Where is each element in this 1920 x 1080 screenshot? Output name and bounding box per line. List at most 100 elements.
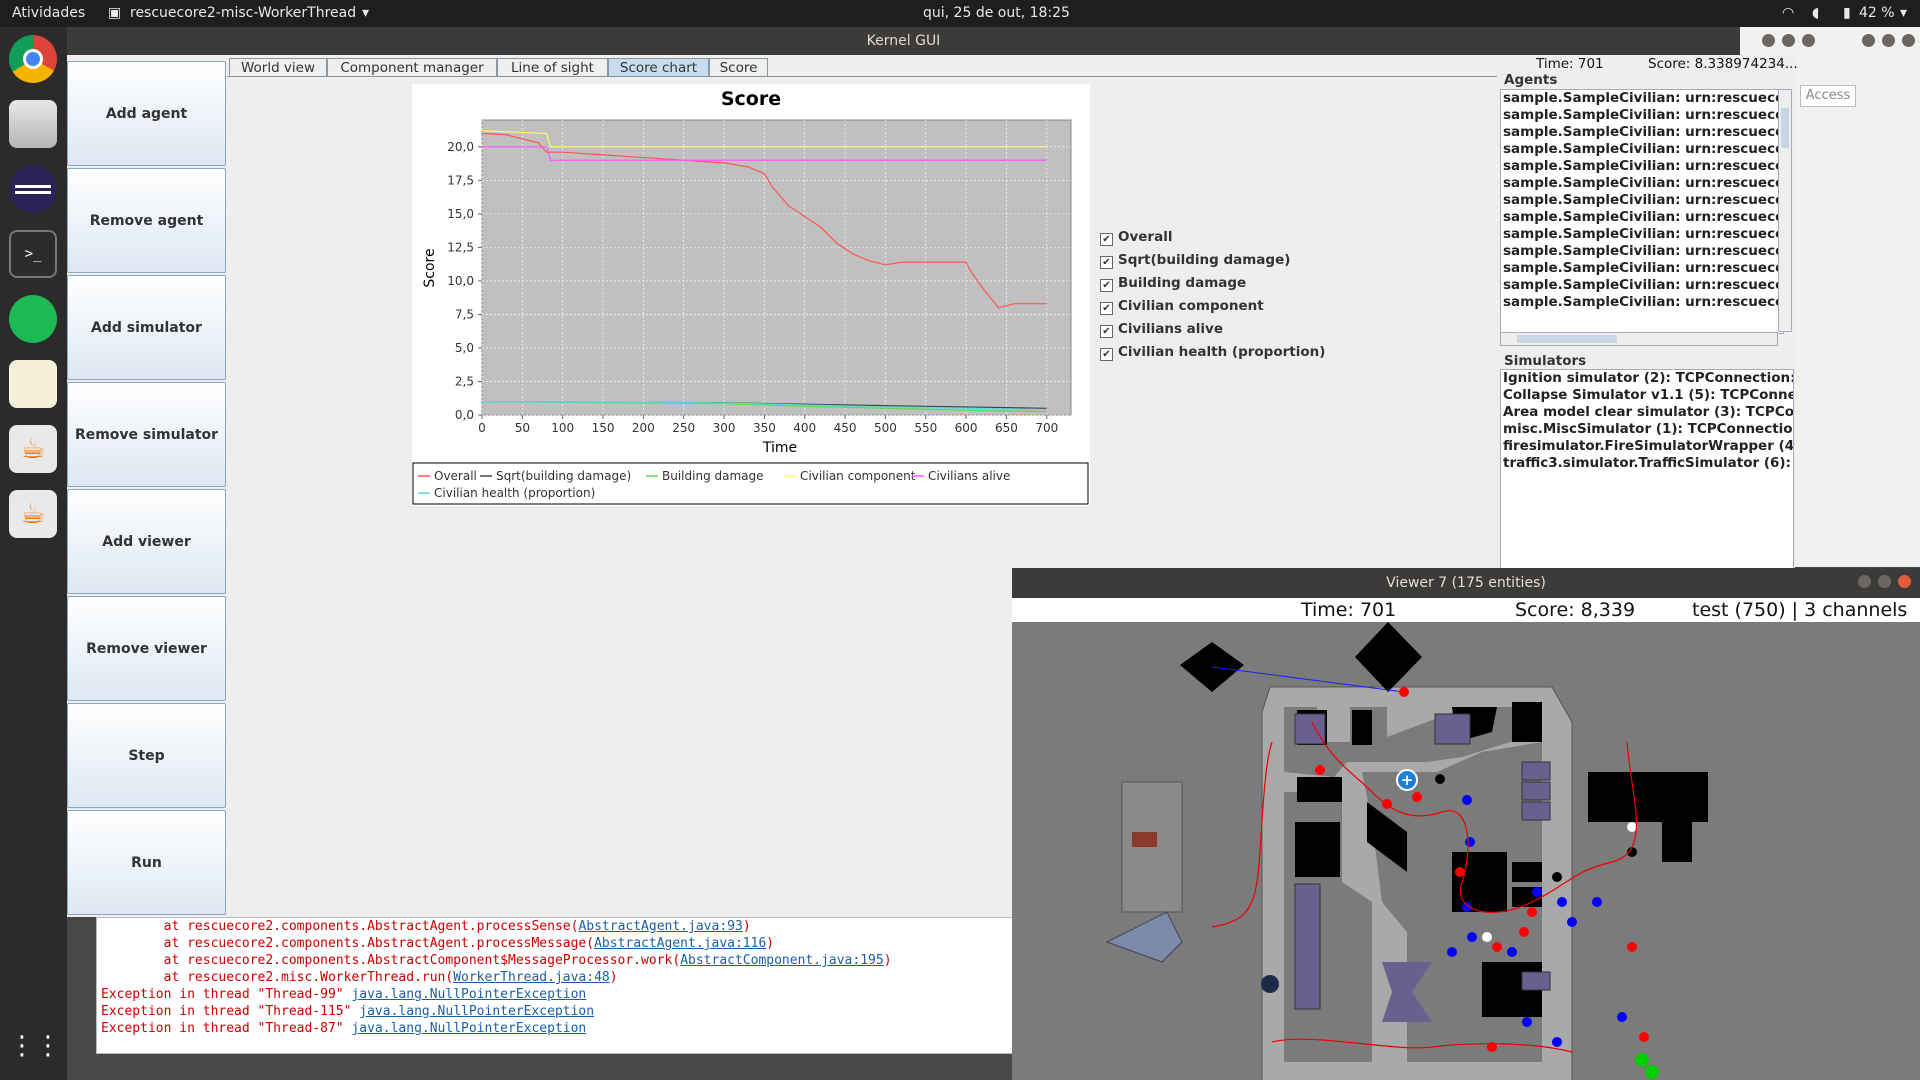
- viewer-window-title: Viewer 7 (175 entities): [1012, 568, 1920, 598]
- tab-world-view[interactable]: World view: [229, 58, 327, 77]
- y-tick-label: 15,0: [447, 207, 474, 221]
- maximize-icon[interactable]: [1878, 575, 1891, 588]
- console-line: at rescuecore2.misc.WorkerThread.run(Wor…: [101, 970, 618, 985]
- agent-list-item[interactable]: sample.SampleCivilian: urn:rescuecore: [1501, 175, 1783, 192]
- battery-icon[interactable]: ▮: [1843, 5, 1851, 21]
- text-editor-icon[interactable]: [9, 360, 57, 408]
- console-line: at rescuecore2.components.AbstractAgent.…: [101, 919, 751, 934]
- agents-horizontal-scrollbar[interactable]: [1500, 332, 1778, 346]
- chrome-icon[interactable]: [9, 35, 57, 83]
- add-agent-button[interactable]: Add agent: [67, 61, 226, 166]
- chevron-down-icon[interactable]: ▾: [362, 5, 369, 21]
- plot-area: [481, 119, 1072, 416]
- viewer-map[interactable]: +: [1012, 622, 1920, 1080]
- agent-list-item[interactable]: sample.SampleCivilian: urn:rescuecore: [1501, 294, 1783, 311]
- files-icon[interactable]: [9, 100, 57, 148]
- checkbox-sqrt-building-damage[interactable]: ✔ Sqrt(building damage): [1100, 252, 1290, 270]
- legend-label: Civilian health (proportion): [434, 486, 595, 500]
- agent-list-item[interactable]: sample.SampleCivilian: urn:rescuecore: [1501, 209, 1783, 226]
- minimize-icon[interactable]: [1762, 34, 1775, 47]
- maximize-icon[interactable]: [1882, 34, 1895, 47]
- show-apps-icon[interactable]: ⋮⋮: [9, 1022, 61, 1070]
- checkbox-overall[interactable]: ✔ Overall: [1100, 229, 1172, 247]
- java-icon[interactable]: ☕: [9, 425, 57, 473]
- y-tick-label: 10,0: [447, 274, 474, 288]
- agents-header: Agents: [1504, 72, 1558, 88]
- console-link[interactable]: java.lang.NullPointerException: [351, 987, 586, 1002]
- agents-list[interactable]: sample.SampleCivilian: urn:rescuecore sam…: [1500, 89, 1784, 334]
- tab-line-of-sight[interactable]: Line of sight: [497, 58, 608, 77]
- close-icon[interactable]: [1902, 34, 1915, 47]
- simulators-list[interactable]: Ignition simulator (2): TCPConnection: l…: [1500, 369, 1794, 572]
- tab-score-chart[interactable]: Score chart: [608, 58, 709, 77]
- y-tick-label: 20,0: [447, 140, 474, 154]
- x-tick-label: 500: [874, 421, 897, 435]
- remove-viewer-button[interactable]: Remove viewer: [67, 596, 226, 701]
- activities-button[interactable]: Atividades: [12, 5, 85, 21]
- volume-icon[interactable]: ◖: [1812, 5, 1819, 21]
- checkbox-label: Sqrt(building damage): [1118, 252, 1291, 268]
- x-tick-label: 400: [793, 421, 816, 435]
- agent-list-item[interactable]: sample.SampleCivilian: urn:rescuecore: [1501, 124, 1783, 141]
- app-menu-button[interactable]: rescuecore2-misc-WorkerThread: [130, 5, 356, 21]
- close-icon[interactable]: [1802, 34, 1815, 47]
- x-tick-label: 0: [478, 421, 486, 435]
- remove-simulator-button[interactable]: Remove simulator: [67, 382, 226, 487]
- chevron-down-icon[interactable]: ▾: [1900, 5, 1907, 21]
- console-link[interactable]: java.lang.NullPointerException: [351, 1021, 586, 1036]
- minimize-icon[interactable]: [1858, 575, 1871, 588]
- agent-list-item[interactable]: sample.SampleCivilian: urn:rescuecore: [1501, 90, 1783, 107]
- console-link[interactable]: AbstractAgent.java:93: [578, 919, 742, 934]
- agent-list-item[interactable]: sample.SampleCivilian: urn:rescuecore: [1501, 226, 1783, 243]
- simulator-list-item[interactable]: traffic3.simulator.TrafficSimulator (6):…: [1501, 455, 1793, 472]
- add-viewer-button[interactable]: Add viewer: [67, 489, 226, 594]
- console-link[interactable]: java.lang.NullPointerException: [359, 1004, 594, 1019]
- check-icon: ✔: [1100, 233, 1113, 246]
- remove-agent-button[interactable]: Remove agent: [67, 168, 226, 273]
- clock[interactable]: qui, 25 de out, 18:25: [923, 5, 1070, 21]
- tab-score[interactable]: Score: [709, 58, 768, 77]
- close-icon[interactable]: [1898, 575, 1911, 588]
- checkbox-civilian-health[interactable]: ✔ Civilian health (proportion): [1100, 344, 1325, 362]
- agent-list-item[interactable]: sample.SampleCivilian: urn:rescuecore: [1501, 260, 1783, 277]
- x-axis-label: Time: [762, 440, 797, 456]
- x-tick-label: 150: [592, 421, 615, 435]
- agent-list-item[interactable]: sample.SampleCivilian: urn:rescuecore: [1501, 158, 1783, 175]
- agent-list-item[interactable]: sample.SampleCivilian: urn:rescuecore: [1501, 107, 1783, 124]
- simulator-list-item[interactable]: firesimulator.FireSimulatorWrapper (4): …: [1501, 438, 1793, 455]
- step-button[interactable]: Step: [67, 703, 226, 808]
- checkbox-civilian-component[interactable]: ✔ Civilian component: [1100, 298, 1264, 316]
- agent-list-item[interactable]: sample.SampleCivilian: urn:rescuecore: [1501, 141, 1783, 158]
- checkbox-building-damage[interactable]: ✔ Building damage: [1100, 275, 1246, 293]
- java-icon[interactable]: ☕: [9, 490, 57, 538]
- agent-list-item[interactable]: sample.SampleCivilian: urn:rescuecore: [1501, 192, 1783, 209]
- add-simulator-button[interactable]: Add simulator: [67, 275, 226, 380]
- simulator-list-item[interactable]: Collapse Simulator v1.1 (5): TCPConnecti…: [1501, 387, 1793, 404]
- top-bar: Atividades ▣ rescuecore2-misc-WorkerThre…: [0, 0, 1920, 27]
- agents-scrollbar[interactable]: [1778, 89, 1792, 332]
- simulator-list-item[interactable]: misc.MiscSimulator (1): TCPConnection: l…: [1501, 421, 1793, 438]
- building: [1105, 911, 1183, 963]
- run-button[interactable]: Run: [67, 810, 226, 915]
- console-link[interactable]: AbstractComponent.java:195: [680, 953, 884, 968]
- tab-component-manager[interactable]: Component manager: [327, 58, 497, 77]
- terminal-icon[interactable]: >_: [9, 230, 57, 278]
- maximize-icon[interactable]: [1782, 34, 1795, 47]
- spotify-icon[interactable]: [9, 295, 57, 343]
- quick-access-input[interactable]: Access: [1800, 85, 1856, 107]
- kernel-window-title: Kernel GUI: [67, 27, 1740, 55]
- console-link[interactable]: AbstractAgent.java:116: [594, 936, 766, 951]
- agent-list-item[interactable]: sample.SampleCivilian: urn:rescuecore: [1501, 277, 1783, 294]
- console-link[interactable]: WorkerThread.java:48: [453, 970, 610, 985]
- checkbox-civilians-alive[interactable]: ✔ Civilians alive: [1100, 321, 1223, 339]
- simulator-list-item[interactable]: Ignition simulator (2): TCPConnection: l…: [1501, 370, 1793, 387]
- simulator-list-item[interactable]: Area model clear simulator (3): TCPConne: [1501, 404, 1793, 421]
- eclipse-icon[interactable]: [9, 165, 57, 213]
- app-menu-icon: ▣: [108, 5, 122, 21]
- minimize-icon[interactable]: [1862, 34, 1875, 47]
- wifi-icon[interactable]: ◠: [1782, 5, 1794, 21]
- console-output[interactable]: at rescuecore2.components.AbstractAgent.…: [96, 917, 1018, 1054]
- viewer-score: Score: 8,339: [1515, 599, 1636, 621]
- checkbox-label: Civilians alive: [1118, 321, 1223, 337]
- agent-list-item[interactable]: sample.SampleCivilian: urn:rescuecore: [1501, 243, 1783, 260]
